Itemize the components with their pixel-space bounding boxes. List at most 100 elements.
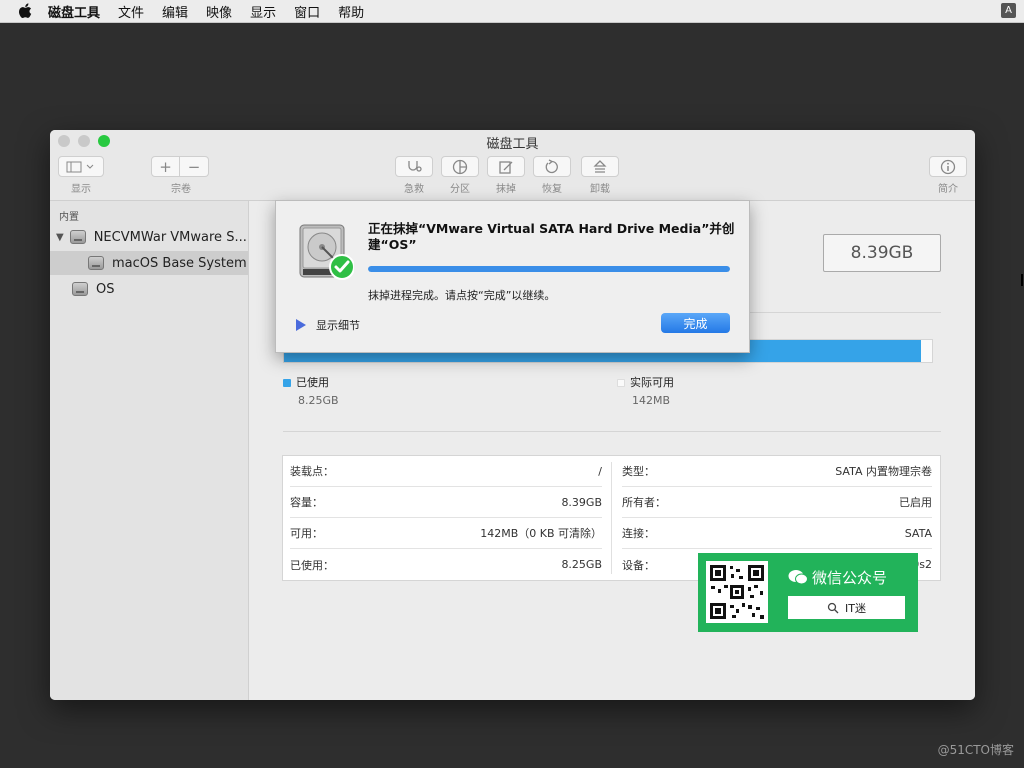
sidebar-icon (66, 161, 94, 172)
info-value: 已启用 (899, 496, 932, 509)
wechat-overlay: 微信公众号 IT迷 (698, 553, 918, 632)
restore-button[interactable] (533, 156, 571, 177)
sheet-title: 正在抹掉“VMware Virtual SATA Hard Drive Medi… (368, 221, 735, 252)
toolbar-view-label: 显示 (71, 184, 91, 195)
toolbar-unmount-label: 卸载 (590, 184, 610, 195)
erase-button[interactable] (487, 156, 525, 177)
search-icon (827, 602, 839, 613)
wechat-search-box[interactable]: IT迷 (788, 596, 905, 619)
sidebar-section-internal: 内置 (59, 212, 79, 223)
toolbar-restore[interactable]: 恢复 (533, 156, 571, 195)
toolbar-volume-label: 宗卷 (171, 184, 191, 195)
info-label: 可用： (290, 527, 323, 540)
wechat-title: 微信公众号 (788, 567, 887, 588)
sidebar-item-vmware-disk[interactable]: ▼ NECVMWar VMware S... (50, 225, 248, 249)
toolbar-erase-label: 抹掉 (496, 184, 516, 195)
toolbar-volume: + − 宗卷 (151, 156, 211, 195)
info-row-owners: 所有者： 已启用 (622, 487, 932, 518)
menu-bar: 磁盘工具 文件 编辑 映像 显示 窗口 帮助 A (0, 0, 1024, 23)
disclosure-arrow-icon[interactable] (296, 319, 306, 331)
info-row-mount-point: 装载点： / (290, 456, 602, 487)
volume-icon (72, 282, 88, 296)
toolbar-view[interactable]: 显示 (58, 156, 104, 195)
info-row-used: 已使用： 8.25GB (290, 549, 602, 580)
erase-progress-sheet: 正在抹掉“VMware Virtual SATA Hard Drive Medi… (275, 200, 750, 353)
toolbar-unmount[interactable]: 卸载 (581, 156, 619, 195)
menu-file[interactable]: 文件 (118, 2, 144, 21)
info-button[interactable] (929, 156, 967, 177)
menu-disk-utility[interactable]: 磁盘工具 (48, 2, 100, 21)
info-value: 8.39GB (561, 495, 602, 509)
menu-window[interactable]: 窗口 (294, 2, 320, 21)
erase-progress-bar (368, 266, 730, 272)
legend-available-label: 实际可用 (630, 376, 674, 389)
text-cursor (1021, 274, 1023, 286)
legend-available: 实际可用 142MB (617, 374, 674, 407)
sidebar-item-macos-base-system[interactable]: macOS Base System (50, 251, 248, 275)
plus-icon: + (159, 157, 172, 176)
sidebar-item-os[interactable]: OS (50, 277, 248, 301)
partition-button[interactable] (441, 156, 479, 177)
toolbar-info[interactable]: 简介 (929, 156, 967, 195)
wechat-title-text: 微信公众号 (812, 569, 888, 587)
divider (283, 431, 941, 432)
info-label: 所有者： (622, 496, 666, 509)
capacity-box: 8.39GB (823, 234, 941, 272)
wechat-search-text: IT迷 (845, 601, 866, 615)
toolbar-first-aid[interactable]: 急救 (395, 156, 433, 195)
sidebar-item-label: macOS Base System (112, 255, 247, 271)
volume-icon (88, 256, 104, 270)
erase-progress-fill (368, 266, 730, 272)
disclosure-triangle-icon[interactable]: ▼ (56, 232, 64, 243)
legend-used-value: 8.25GB (298, 394, 339, 407)
toolbar-partition-label: 分区 (450, 184, 470, 195)
wechat-icon (788, 570, 808, 585)
first-aid-button[interactable] (395, 156, 433, 177)
info-value: SATA (904, 526, 932, 540)
hard-drive-check-icon (299, 224, 354, 280)
menu-edit[interactable]: 编辑 (162, 2, 188, 21)
used-swatch (283, 379, 291, 387)
qr-code-icon (706, 561, 768, 623)
stethoscope-icon (408, 160, 422, 172)
partition-icon (452, 159, 468, 174)
toolbar-first-aid-label: 急救 (404, 184, 424, 195)
show-details-toggle[interactable]: 显示细节 (296, 317, 360, 333)
info-row-available: 可用： 142MB（0 KB 可清除） (290, 518, 602, 549)
menu-help[interactable]: 帮助 (338, 2, 364, 21)
legend-used: 已使用 8.25GB (283, 374, 339, 407)
remove-volume-button[interactable]: − (180, 156, 209, 177)
toolbar-partition[interactable]: 分区 (441, 156, 479, 195)
info-label: 设备： (622, 558, 655, 572)
add-volume-button[interactable]: + (151, 156, 180, 177)
legend-available-value: 142MB (632, 394, 671, 407)
info-divider (611, 462, 612, 574)
info-value: SATA 内置物理宗卷 (835, 465, 932, 478)
restore-icon (545, 158, 558, 173)
apple-icon[interactable] (18, 3, 34, 19)
minus-icon: − (187, 157, 201, 176)
done-button[interactable]: 完成 (661, 313, 730, 333)
info-value: / (598, 464, 602, 478)
info-label: 类型： (622, 465, 655, 478)
menu-image[interactable]: 映像 (206, 2, 232, 21)
info-icon (940, 159, 956, 174)
menu-view[interactable]: 显示 (250, 2, 276, 21)
info-label: 连接： (622, 527, 655, 540)
info-row-connection: 连接： SATA (622, 518, 932, 549)
info-label: 装载点： (290, 465, 334, 478)
sidebar-toggle-button[interactable] (58, 156, 104, 177)
toolbar-erase[interactable]: 抹掉 (487, 156, 525, 195)
show-details-label: 显示细节 (316, 319, 360, 332)
unmount-button[interactable] (581, 156, 619, 177)
toolbar-restore-label: 恢复 (542, 184, 562, 195)
sidebar-item-label: OS (96, 281, 115, 297)
input-source-badge[interactable]: A (1001, 3, 1016, 18)
info-row-type: 类型： SATA 内置物理宗卷 (622, 456, 932, 487)
watermark: @51CTO博客 (937, 743, 1014, 757)
available-swatch (617, 379, 625, 387)
info-row-capacity: 容量： 8.39GB (290, 487, 602, 518)
unmount-icon (593, 159, 607, 173)
sidebar-item-label: NECVMWar VMware S... (93, 229, 247, 245)
erase-icon (499, 160, 513, 174)
